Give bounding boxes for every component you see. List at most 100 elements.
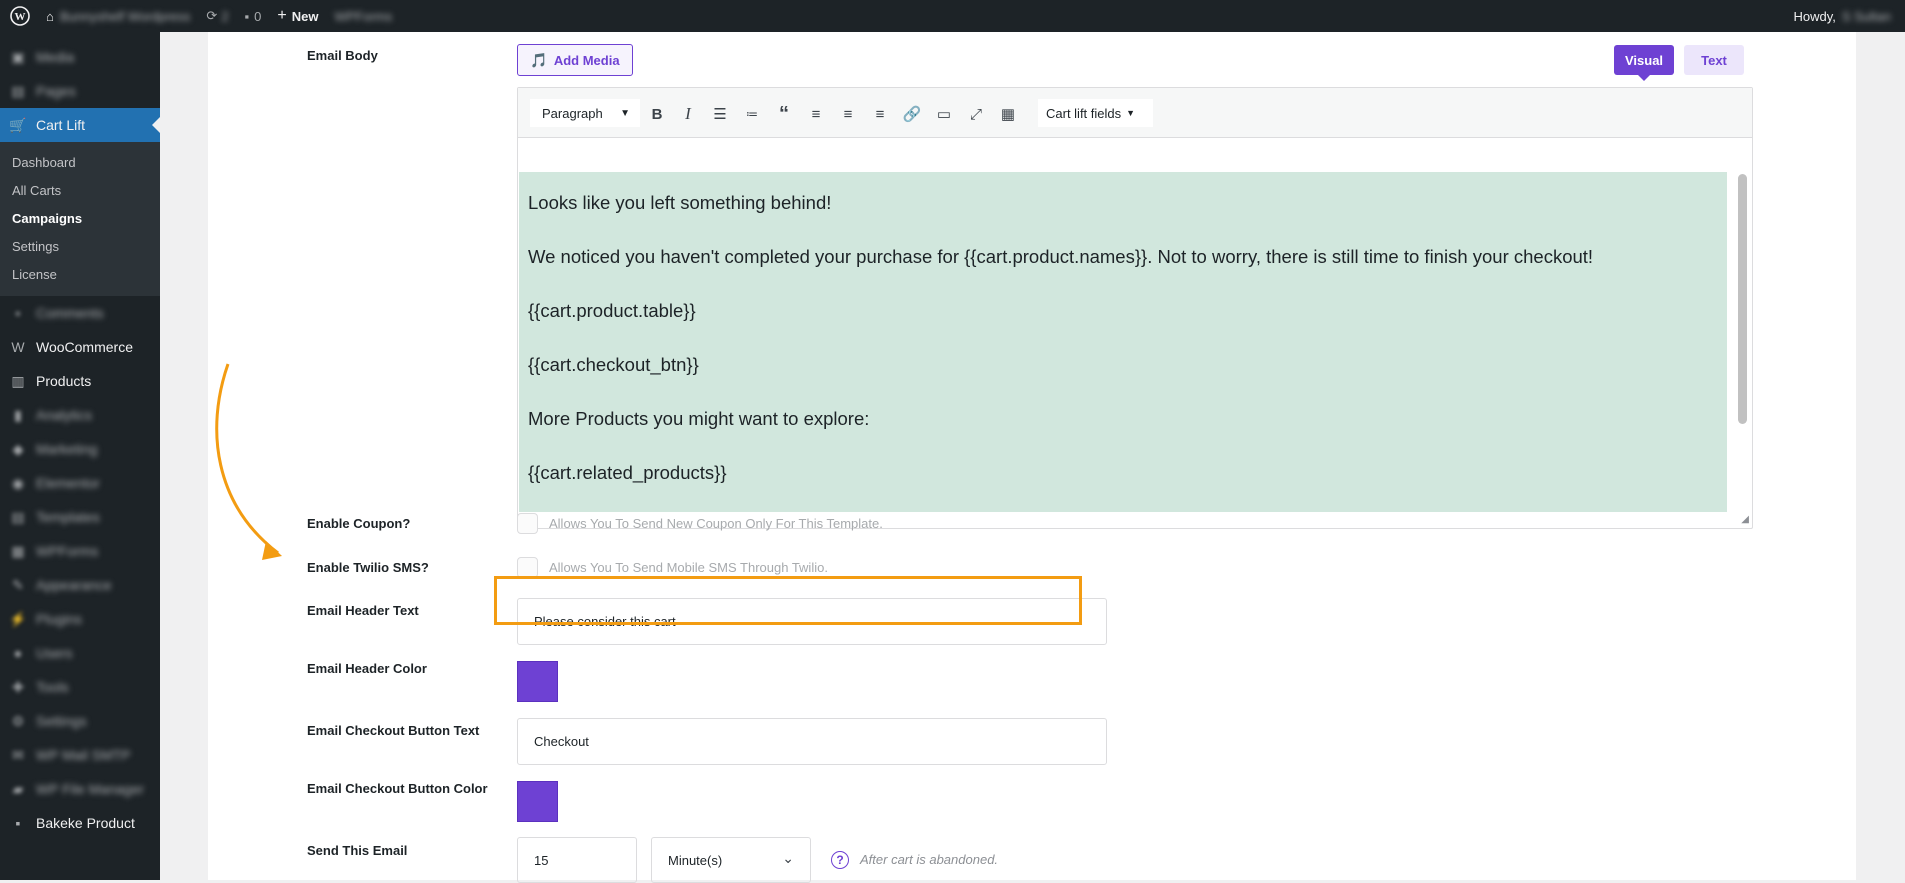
sidebar-item-products[interactable]: ▥ Products [0,364,160,398]
numbered-list-icon[interactable]: ≔ [739,101,765,127]
twilio-highlight-box [494,576,1082,625]
comments-link[interactable]: ▪ 0 [237,0,270,32]
submenu-campaigns[interactable]: Campaigns [0,204,160,232]
cart-lift-fields-dropdown[interactable]: Cart lift fields ▼ [1038,99,1153,127]
add-media-label: Add Media [553,52,620,68]
wordpress-logo-icon[interactable]: W [0,0,38,32]
sidebar-item-wp-mail-smtp[interactable]: ✉ WP Mail SMTP [0,738,160,772]
sidebar-item-elementor[interactable]: ◉ Elementor [0,466,160,500]
sidebar-item-marketing[interactable]: ◆ Marketing [0,432,160,466]
submenu-dashboard[interactable]: Dashboard [0,148,160,176]
bold-icon[interactable]: B [644,101,670,127]
tab-text[interactable]: Text [1684,45,1744,75]
site-name: Bunnyshelf Wordpress [59,8,191,24]
campaign-edit-form: Email Body 🎵 Add Media Visual Text Parag… [208,32,1856,883]
editor-scrollbar[interactable] [1738,174,1747,424]
email-header-color-picker[interactable] [517,661,558,702]
enable-twilio-checkbox[interactable] [517,557,538,578]
blockquote-icon[interactable]: “ [771,101,797,127]
sidebar-item-templates[interactable]: ▤ Templates [0,500,160,534]
caret-down-icon: ▼ [620,108,630,119]
admin-bar: W ⌂ Bunnyshelf Wordpress ⟳ 2 ▪ 0 + New W… [0,0,1905,32]
updates-count: 2 [221,8,229,24]
sidebar-item-users[interactable]: ● Users [0,636,160,670]
editor-content-area[interactable]: Looks like you left something behind! We… [519,172,1727,512]
wpforms-icon: ▦ [11,542,25,559]
admin-sidebar: ▣ Media ▤ Pages 🛒 Cart Lift Dashboard Al… [0,32,160,880]
body-line: {{cart.product.table}} [528,300,696,321]
tab-visual[interactable]: Visual [1614,45,1674,81]
user-account-menu[interactable]: Howdy, S Sultan [1785,0,1905,32]
cart-icon: 🛒 [9,116,27,133]
sidebar-item-wpforms[interactable]: ▦ WPForms [0,534,160,568]
sidebar-item-media[interactable]: ▣ Media [0,40,160,74]
sidebar-item-label: Cart Lift [36,117,86,133]
plugins-icon: ⚡ [9,610,27,627]
plus-icon: + [277,7,287,24]
cart-lift-fields-label: Cart lift fields [1046,105,1122,121]
user-name: S Sultan [1841,8,1891,24]
read-more-icon[interactable]: ▭ [931,101,957,127]
howdy-text: Howdy, [1793,8,1836,24]
send-delay-input[interactable]: 15 [517,837,637,883]
new-content-button[interactable]: + New [269,0,326,32]
toolbar-toggle-icon[interactable]: ▦ [995,101,1021,127]
body-line: {{cart.related_products}} [528,462,727,483]
sidebar-item-label: Products [36,373,92,389]
send-delay-unit-value: Minute(s) [668,852,723,868]
sidebar-item-tools[interactable]: ✚ Tools [0,670,160,704]
sidebar-item-label: Pages [36,83,76,99]
submenu-license[interactable]: License [0,260,160,288]
updates-link[interactable]: ⟳ 2 [198,0,236,32]
bullet-list-icon[interactable]: ☰ [707,101,733,127]
submenu-all-carts[interactable]: All Carts [0,176,160,204]
sidebar-item-label: Media [36,49,75,65]
site-home-link[interactable]: ⌂ Bunnyshelf Wordpress [38,0,198,32]
send-delay-unit-select[interactable]: Minute(s) ⌄ [651,837,811,883]
appearance-icon: ✎ [12,576,24,593]
italic-icon[interactable]: I [675,101,701,127]
sidebar-item-label: Appearance [36,577,112,593]
fullscreen-icon[interactable]: ⤢ [963,101,989,127]
comments-count: 0 [254,8,262,24]
comment-icon: ▪ [244,8,250,24]
add-media-button[interactable]: 🎵 Add Media [517,44,633,76]
sidebar-item-bakeke-product[interactable]: ▪ Bakeke Product [0,806,160,840]
users-icon: ● [13,645,23,661]
enable-twilio-description: Allows You To Send Mobile SMS Through Tw… [549,560,828,575]
wpforms-link[interactable]: WPForms [326,0,400,32]
sidebar-item-settings[interactable]: ⚙ Settings [0,704,160,738]
sidebar-item-plugins[interactable]: ⚡ Plugins [0,602,160,636]
sidebar-item-comments[interactable]: ▪ Comments [0,296,160,330]
comments-icon: ▪ [15,305,21,321]
checkout-button-text-input[interactable]: Checkout [517,718,1107,765]
body-line: {{cart.checkout_btn}} [528,354,699,375]
svg-text:W: W [15,11,26,23]
align-right-icon[interactable]: ≡ [867,101,893,127]
enable-twilio-label: Enable Twilio SMS? [307,560,429,575]
align-center-icon[interactable]: ≡ [835,101,861,127]
enable-coupon-checkbox[interactable] [517,513,538,534]
enable-coupon-description: Allows You To Send New Coupon Only For T… [549,516,883,531]
sidebar-item-woocommerce[interactable]: W WooCommerce [0,330,160,364]
help-icon[interactable]: ? [831,851,849,869]
checkout-button-color-label: Email Checkout Button Color [307,781,488,796]
checkout-button-color-picker[interactable] [517,781,558,822]
link-icon[interactable]: 🔗 [899,101,925,127]
sidebar-item-label: Bakeke Product [36,815,135,831]
sidebar-item-cart-lift[interactable]: 🛒 Cart Lift [0,108,160,142]
file-manager-icon: ▰ [12,780,24,797]
sidebar-item-appearance[interactable]: ✎ Appearance [0,568,160,602]
email-header-text-label: Email Header Text [307,603,419,618]
sidebar-item-pages[interactable]: ▤ Pages [0,74,160,108]
submenu-settings[interactable]: Settings [0,232,160,260]
sidebar-item-analytics[interactable]: ▮ Analytics [0,398,160,432]
wpforms-label: WPForms [334,8,393,24]
sidebar-item-label: Elementor [36,475,100,491]
align-left-icon[interactable]: ≡ [803,101,829,127]
resize-handle-icon[interactable]: ◢ [1741,514,1749,525]
updates-icon: ⟳ [206,8,218,23]
format-select[interactable]: Paragraph ▼ [530,99,640,127]
sidebar-item-wp-file-manager[interactable]: ▰ WP File Manager [0,772,160,806]
send-delay-help-text: After cart is abandoned. [860,852,999,867]
